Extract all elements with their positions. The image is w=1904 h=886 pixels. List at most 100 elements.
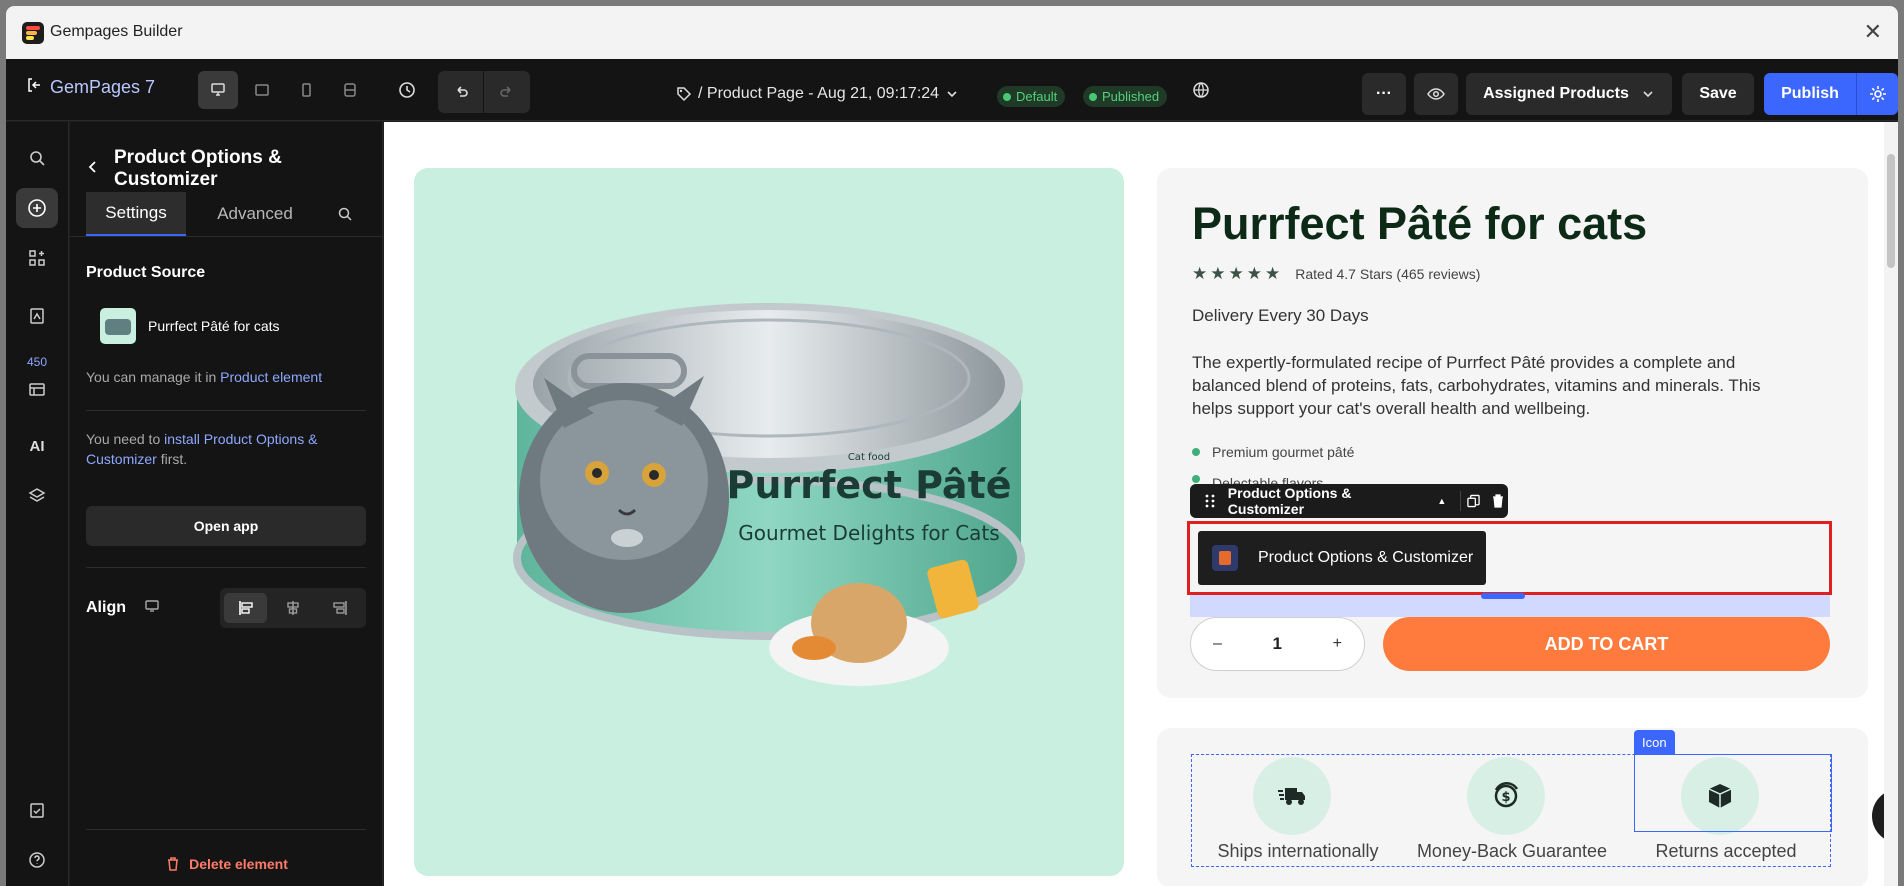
cat-food-can-image: Purrfect Pâté Gourmet Delights for Cats … (513, 303, 1025, 686)
element-toolbar-label[interactable]: Product Options & Customizer (1228, 485, 1430, 517)
star-icon: ★ (1228, 264, 1244, 283)
tabs-divider (70, 236, 382, 237)
delete-element-button[interactable]: Delete element (70, 856, 383, 872)
window-titlebar: Gempages Builder ✕ (6, 6, 1898, 59)
library-rail-button[interactable] (16, 369, 58, 409)
tablet-view-button[interactable] (242, 71, 282, 109)
ai-rail-button[interactable]: AI (16, 426, 58, 466)
tab-settings[interactable]: Settings (86, 192, 186, 236)
redo-icon (500, 86, 511, 97)
tab-advanced[interactable]: Advanced (186, 192, 324, 236)
align-center-button[interactable] (271, 593, 314, 623)
align-center-icon (287, 601, 299, 615)
settings-panel: Product Options & Customizer Settings Ad… (70, 122, 383, 886)
page-selector[interactable]: / Product Page - Aug 21, 09:17:24 (676, 85, 959, 103)
delete-element-label: Delete element (189, 856, 288, 872)
icon-selection-outline[interactable] (1634, 754, 1832, 832)
mobile-view-button[interactable] (286, 71, 326, 109)
add-element-rail-button[interactable] (16, 188, 58, 228)
product-source-item[interactable]: Purrfect Pâté for cats (100, 308, 280, 344)
canvas-scrollbar[interactable] (1884, 122, 1898, 886)
search-rail-button[interactable] (16, 138, 58, 178)
qty-value[interactable]: 1 (1273, 634, 1282, 654)
svg-text:$: $ (1501, 790, 1510, 805)
divider (86, 567, 366, 568)
can-small-text: Cat food (848, 452, 890, 463)
plus-circle-icon (28, 199, 46, 217)
history-button[interactable] (388, 71, 426, 109)
trash-icon (168, 857, 179, 871)
add-to-cart-button[interactable]: ADD TO CART (1383, 617, 1830, 671)
brand-label: GemPages 7 (50, 77, 156, 97)
delivery-text: Delivery Every 30 Days (1192, 306, 1369, 325)
undo-button[interactable] (438, 71, 484, 113)
quantity-stepper: – 1 + (1190, 617, 1365, 671)
drag-handle-icon[interactable] (1200, 491, 1220, 511)
redo-button[interactable] (484, 71, 530, 113)
caret-up-icon[interactable]: ▲ (1437, 496, 1446, 506)
bullet-text: Premium gourmet pâté (1212, 444, 1355, 460)
apps-rail-button[interactable] (16, 238, 58, 278)
responsive-icon (344, 83, 356, 97)
icon-selection-tag: Icon (1634, 730, 1675, 754)
layers-rail-button[interactable] (16, 476, 58, 516)
checklist-rail-button[interactable] (16, 790, 58, 830)
feature-label: Ships internationally (1217, 841, 1379, 861)
rating-text: Rated 4.7 Stars (465 reviews) (1295, 266, 1481, 282)
divider (86, 829, 366, 830)
device-switcher (198, 71, 370, 109)
globe-icon (1193, 82, 1209, 98)
exit-icon (26, 77, 42, 98)
help-rail-button[interactable] (16, 840, 58, 880)
publish-settings-button[interactable] (1856, 73, 1898, 115)
panel-tabs: Settings Advanced (86, 192, 366, 236)
product-image[interactable]: Purrfect Pâté Gourmet Delights for Cats … (414, 168, 1124, 876)
editor-canvas: Purrfect Pâté Gourmet Delights for Cats … (384, 122, 1898, 886)
back-button[interactable] (86, 158, 100, 180)
assigned-products-button[interactable]: Assigned Products (1466, 73, 1672, 115)
chevron-down-icon (1643, 91, 1653, 98)
layers-icon (28, 488, 46, 502)
element-toolbar: Product Options & Customizer ▲ (1190, 484, 1508, 518)
clock-icon (399, 82, 415, 98)
product-info-section: Purrfect Pâté for cats ★ ★ ★ ★ ★ Rated 4… (1157, 168, 1868, 698)
preview-button[interactable] (1414, 73, 1458, 115)
panel-search-button[interactable] (324, 192, 366, 236)
window-close-button[interactable]: ✕ (1864, 18, 1882, 46)
can-brand-text: Purrfect Pâté (726, 463, 1011, 507)
tablet-icon (255, 84, 269, 96)
feature-item[interactable]: $ Money-Back Guarantee (1406, 755, 1618, 868)
scrollbar-thumb[interactable] (1887, 154, 1895, 268)
responsive-view-button[interactable] (330, 71, 370, 109)
apps-icon (29, 250, 45, 266)
desktop-view-button[interactable] (198, 71, 238, 109)
qty-plus-button[interactable]: + (1333, 635, 1342, 653)
device-monitor-icon (144, 598, 160, 619)
save-button[interactable]: Save (1682, 73, 1754, 115)
open-app-button[interactable]: Open app (86, 506, 366, 546)
product-element-link[interactable]: Product element (220, 369, 322, 385)
more-button[interactable]: ··· (1362, 73, 1406, 115)
features-section: Icon Ships internationally $ Money-Back … (1157, 728, 1868, 886)
tag-icon (677, 87, 692, 102)
selected-element-outline[interactable]: Product Options & Customizer (1187, 521, 1832, 595)
delete-button[interactable] (1488, 491, 1508, 511)
duplicate-button[interactable] (1460, 491, 1480, 511)
align-segmented-control (220, 588, 366, 628)
money-back-icon: $ (1467, 757, 1545, 835)
publish-button[interactable]: Publish (1764, 73, 1856, 115)
align-left-button[interactable] (224, 593, 268, 623)
undo-icon (456, 86, 468, 97)
language-button[interactable] (1182, 71, 1220, 109)
gempages-logo-icon (22, 22, 44, 44)
align-right-button[interactable] (319, 593, 362, 623)
qty-minus-button[interactable]: – (1213, 635, 1222, 653)
brand[interactable]: GemPages 7 (26, 77, 155, 98)
star-icon: ★ (1265, 264, 1281, 283)
pages-rail-button[interactable] (16, 296, 58, 336)
feature-item[interactable]: Ships internationally (1192, 755, 1404, 868)
product-options-customizer-widget[interactable]: Product Options & Customizer (1198, 531, 1486, 585)
left-rail: 450 AI (6, 122, 69, 886)
install-prefix: You need to (86, 431, 161, 447)
resize-handle[interactable] (1481, 593, 1525, 599)
